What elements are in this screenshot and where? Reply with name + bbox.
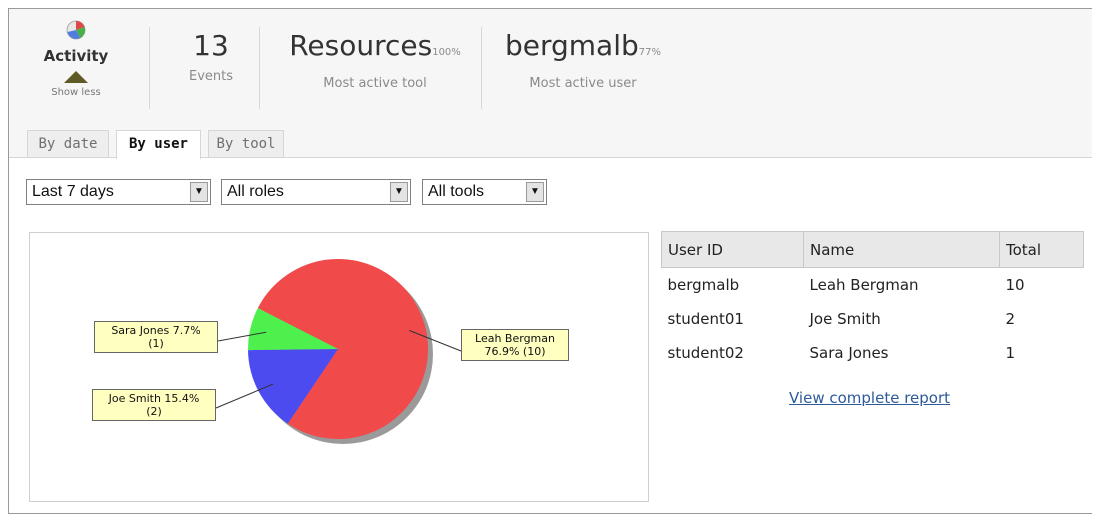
cell-user-id: student01 — [667, 310, 744, 328]
cell-name: Leah Bergman — [809, 276, 919, 294]
tab-by-user[interactable]: By user — [116, 130, 201, 159]
tab-by-tool[interactable]: By tool — [208, 130, 284, 157]
stat-most-active-user: bergmalb77% Most active user — [493, 29, 673, 92]
divider — [481, 27, 482, 109]
events-caption: Events — [188, 69, 233, 84]
show-less-link[interactable]: Show less — [21, 87, 131, 98]
column-header-name[interactable]: Name — [803, 231, 1000, 268]
most-active-tool-name: Resources — [289, 29, 433, 62]
tools-select-value: All tools — [428, 183, 485, 200]
most-active-tool-percent: 100% — [432, 47, 461, 58]
column-header-user-id[interactable]: User ID — [661, 231, 804, 268]
roles-select[interactable]: All roles ▼ — [221, 179, 411, 205]
cell-total: 2 — [1005, 310, 1016, 328]
tools-select[interactable]: All tools ▼ — [422, 179, 547, 205]
stat-events: 13 Events — [163, 29, 259, 85]
chevron-down-icon[interactable]: ▼ — [190, 182, 208, 202]
events-count: 13 — [193, 29, 229, 62]
activity-toggle[interactable]: Activity Show less — [21, 19, 131, 98]
divider — [259, 27, 260, 109]
user-activity-table: User ID Name Total bergmalb Leah Bergman… — [661, 231, 1084, 370]
activity-title: Activity — [43, 47, 109, 65]
divider — [149, 27, 150, 109]
chevron-down-icon[interactable]: ▼ — [526, 182, 544, 202]
table-row: student02 Sara Jones 1 — [662, 336, 1084, 370]
pie-label-line1: Joe Smith 15.4% — [108, 392, 200, 405]
pie-label-line2: (2) — [146, 405, 162, 418]
pie-label-line1: Leah Bergman — [475, 332, 555, 345]
most-active-user-name: bergmalb — [504, 29, 639, 62]
pie-chart-icon — [66, 20, 86, 40]
pie-label-sara-jones: Sara Jones 7.7% (1) — [94, 321, 218, 353]
activity-header: Activity Show less 13 Events Resources10… — [9, 9, 1092, 159]
period-select[interactable]: Last 7 days ▼ — [26, 179, 211, 205]
roles-select-value: All roles — [227, 183, 284, 200]
cell-total: 10 — [1005, 276, 1025, 294]
period-select-value: Last 7 days — [32, 183, 114, 200]
user-activity-pie-chart: Leah Bergman 76.9% (10) Joe Smith 15.4% … — [29, 232, 649, 502]
pie-label-joe-smith: Joe Smith 15.4% (2) — [92, 389, 216, 421]
cell-name: Sara Jones — [809, 344, 889, 362]
stat-most-active-tool: Resources100% Most active tool — [271, 29, 479, 92]
cell-total: 1 — [1005, 344, 1016, 362]
most-active-user-percent: 77% — [638, 47, 661, 58]
pie-label-line2: 76.9% (10) — [484, 345, 546, 358]
pie-label-line2: (1) — [148, 337, 164, 350]
chevron-down-icon[interactable]: ▼ — [390, 182, 408, 202]
pie-label-line1: Sara Jones 7.7% — [111, 324, 201, 337]
column-header-total[interactable]: Total — [999, 231, 1084, 268]
table-header-row: User ID Name Total — [661, 231, 1084, 268]
cell-user-id: student02 — [667, 344, 744, 362]
most-active-tool-caption: Most active tool — [323, 76, 427, 91]
cell-name: Joe Smith — [809, 310, 881, 328]
table-row: bergmalb Leah Bergman 10 — [662, 268, 1084, 303]
activity-widget: Activity Show less 13 Events Resources10… — [8, 8, 1092, 514]
cell-user-id: bergmalb — [667, 276, 740, 294]
table-row: student01 Joe Smith 2 — [662, 302, 1084, 336]
tab-by-date[interactable]: By date — [27, 130, 109, 157]
pie-chart-canvas — [215, 259, 462, 444]
view-complete-report-link[interactable]: View complete report — [789, 389, 950, 407]
collapse-triangle-icon[interactable] — [64, 71, 88, 83]
pie-label-leah-bergman: Leah Bergman 76.9% (10) — [461, 329, 569, 361]
most-active-user-caption: Most active user — [529, 76, 637, 91]
